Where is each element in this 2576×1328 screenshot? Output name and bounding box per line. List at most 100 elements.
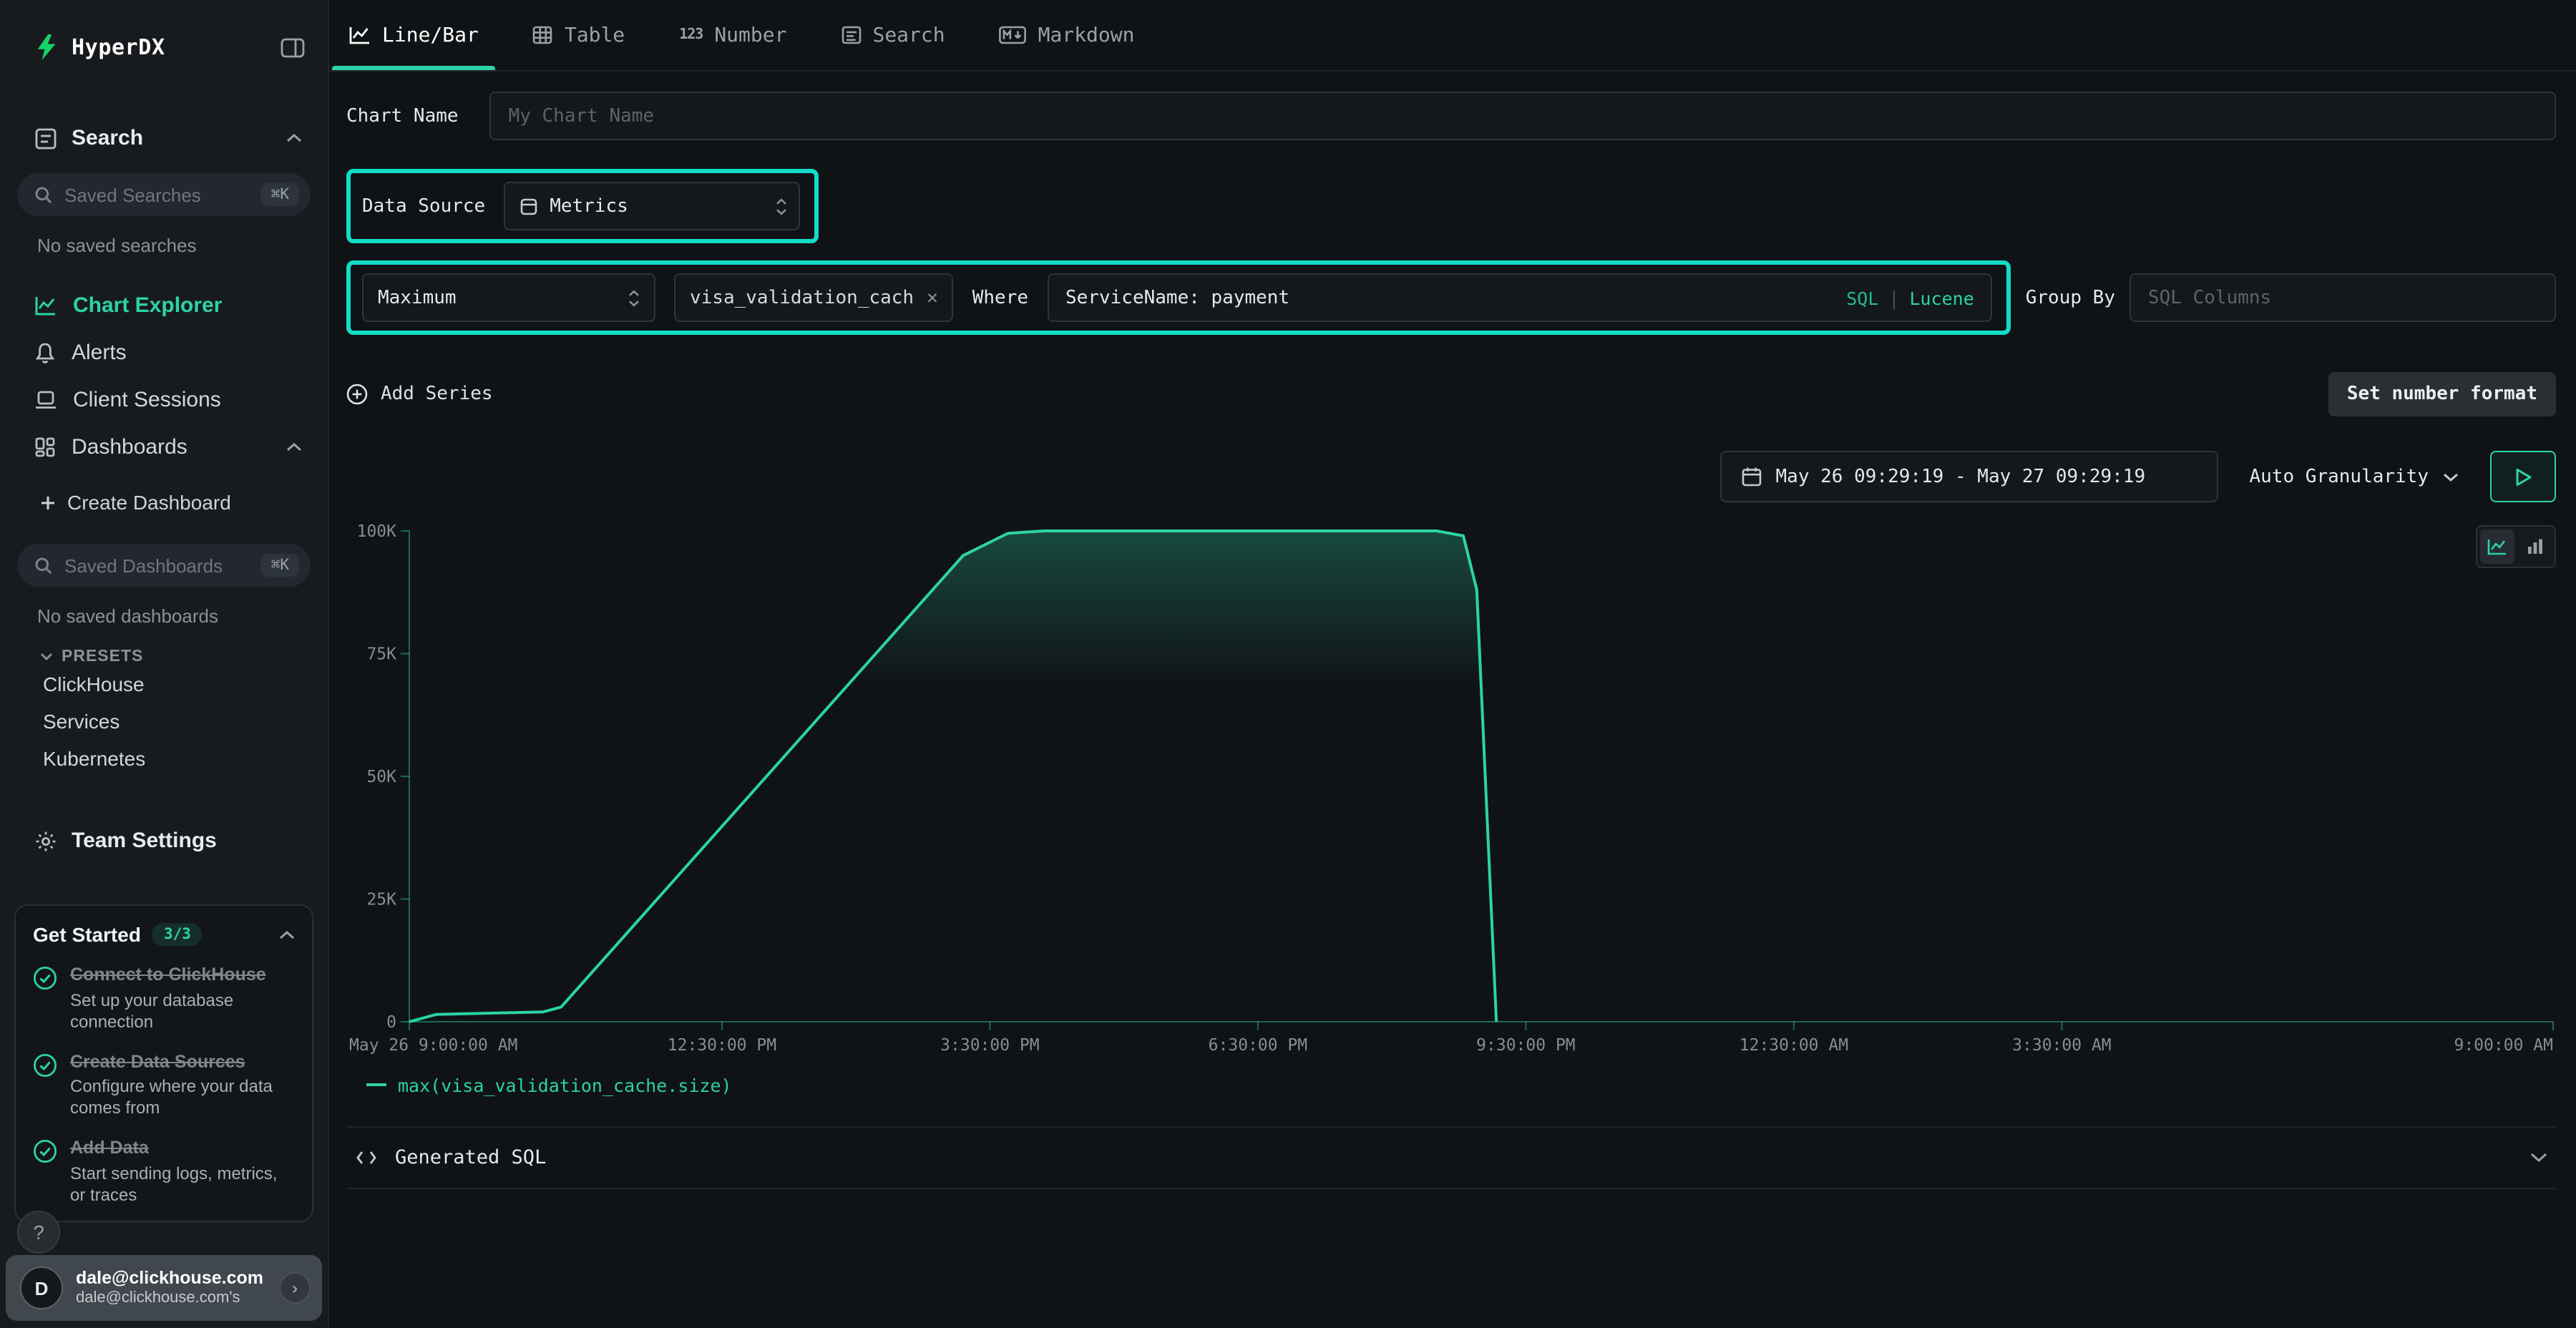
set-number-format-button[interactable]: Set number format <box>2328 372 2556 416</box>
metric-chip[interactable]: visa_validation_cach ✕ <box>674 273 954 322</box>
get-started-header[interactable]: Get Started 3/3 <box>33 923 295 946</box>
get-started-item-subtitle: Configure where your data comes from <box>70 1077 295 1120</box>
saved-dashboards-input[interactable] <box>64 555 250 576</box>
chart-name-field <box>490 92 2556 140</box>
search-icon <box>34 556 53 575</box>
annotation-highlight-series: Maximum visa_validation_cach ✕ Where <box>346 260 2011 335</box>
get-started-item[interactable]: Create Data Sources Configure where your… <box>33 1051 295 1119</box>
svg-text:3:30:00 PM: 3:30:00 PM <box>940 1036 1039 1055</box>
remove-metric-icon[interactable]: ✕ <box>927 287 938 308</box>
svg-text:3:30:00 AM: 3:30:00 AM <box>2012 1036 2111 1055</box>
nav-label: Client Sessions <box>73 388 302 412</box>
sidebar-item-chart-explorer[interactable]: Chart Explorer <box>0 282 328 329</box>
sidebar-item-preset-clickhouse[interactable]: ClickHouse <box>0 665 328 703</box>
get-started-item[interactable]: Add Data Start sending logs, metrics, or… <box>33 1138 295 1206</box>
get-started-item-title: Add Data <box>70 1138 295 1161</box>
search-section-header[interactable]: Search <box>0 126 328 150</box>
saved-dashboards-search[interactable]: ⌘K <box>17 544 311 587</box>
svg-text:12:30:00 PM: 12:30:00 PM <box>668 1036 776 1055</box>
add-series-label: Add Series <box>381 384 493 405</box>
sidebar-item-team-settings[interactable]: Team Settings <box>0 829 328 853</box>
date-range-picker[interactable]: May 26 09:29:19 - May 27 09:29:19 <box>1720 451 2218 502</box>
get-started-item-title: Create Data Sources <box>70 1051 295 1073</box>
line-chart-toggle-button[interactable] <box>2480 529 2514 564</box>
dashboards-icon <box>34 436 56 458</box>
tab-markdown[interactable]: Markdown <box>982 0 1152 70</box>
select-chevrons-icon <box>628 288 640 307</box>
chart-name-label: Chart Name <box>346 105 459 127</box>
get-started-item-subtitle: Start sending logs, metrics, or traces <box>70 1163 295 1206</box>
chevron-up-icon <box>286 442 302 452</box>
profile-detail: dale@clickhouse.com's <box>76 1289 263 1308</box>
get-started-item[interactable]: Connect to ClickHouse Set up your databa… <box>33 965 295 1032</box>
check-circle-icon <box>33 1051 57 1119</box>
tab-label: Line/Bar <box>382 24 479 47</box>
tab-number[interactable]: 123 Number <box>662 0 804 70</box>
nav-label: Alerts <box>72 341 302 365</box>
svg-text:12:30:00 AM: 12:30:00 AM <box>1740 1036 1848 1055</box>
saved-searches-input[interactable] <box>64 184 250 205</box>
sidebar-item-client-sessions[interactable]: Client Sessions <box>0 376 328 424</box>
chart-type-tabbar: Line/Bar Table 123 Number <box>329 0 2576 72</box>
metric-chip-label: visa_validation_cach <box>690 287 914 308</box>
play-icon <box>2514 467 2532 486</box>
sidebar-item-preset-services[interactable]: Services <box>0 703 328 740</box>
data-source-select[interactable]: Metrics <box>504 182 800 230</box>
saved-searches-search[interactable]: ⌘K <box>17 173 311 216</box>
line-chart-icon <box>2487 538 2507 555</box>
tab-line-bar[interactable]: Line/Bar <box>332 0 496 70</box>
profile-bar[interactable]: D dale@clickhouse.com dale@clickhouse.co… <box>6 1255 322 1321</box>
add-series-button[interactable]: Add Series <box>346 384 493 405</box>
generated-sql-toggle[interactable]: Generated SQL <box>346 1126 2556 1189</box>
aggregation-select[interactable]: Maximum <box>362 273 655 322</box>
chart-canvas: 025K50K75K100KMay 26 9:00:00 AM12:30:00 … <box>346 508 2556 1069</box>
group-by-label: Group By <box>2026 287 2115 308</box>
lucene-toggle[interactable]: Lucene <box>1909 287 1974 308</box>
bar-chart-icon <box>2525 538 2544 555</box>
profile-name: dale@clickhouse.com <box>76 1268 263 1289</box>
sidebar-nav: Chart Explorer Alerts Client Sessions <box>0 282 328 471</box>
select-chevrons-icon <box>776 197 787 215</box>
sidebar-item-preset-kubernetes[interactable]: Kubernetes <box>0 740 328 777</box>
line-bar-icon <box>349 26 371 44</box>
get-started-item-subtitle: Set up your database connection <box>70 990 295 1032</box>
create-dashboard-button[interactable]: Create Dashboard <box>0 484 328 521</box>
run-query-button[interactable] <box>2490 451 2556 502</box>
preset-label: ClickHouse <box>43 673 145 695</box>
no-saved-dashboards-text: No saved dashboards <box>0 605 328 627</box>
where-input[interactable] <box>1065 287 1832 308</box>
presets-header[interactable]: PRESETS <box>0 648 328 665</box>
generated-sql-label: Generated SQL <box>395 1146 2513 1169</box>
tab-table[interactable]: Table <box>516 0 642 70</box>
sidebar-collapse-icon[interactable] <box>280 36 305 58</box>
bar-chart-toggle-button[interactable] <box>2517 529 2552 564</box>
app-title: HyperDX <box>72 34 165 60</box>
group-by-field <box>2129 273 2556 322</box>
tab-search[interactable]: Search <box>824 0 962 70</box>
no-saved-searches-text: No saved searches <box>0 235 328 256</box>
chart-name-input[interactable] <box>509 105 2537 127</box>
sidebar-item-dashboards[interactable]: Dashboards <box>0 424 328 471</box>
sidebar: HyperDX Search ⌘K <box>0 0 329 1328</box>
profile-expand-button[interactable]: › <box>279 1272 311 1304</box>
sidebar-item-alerts[interactable]: Alerts <box>0 329 328 376</box>
shortcut-badge: ⌘K <box>261 554 299 577</box>
gear-icon <box>34 829 57 852</box>
query-language-toggle: SQL | Lucene <box>1846 287 1974 308</box>
search-tab-icon <box>841 26 861 44</box>
svg-text:100K: 100K <box>357 522 397 541</box>
sql-toggle[interactable]: SQL <box>1846 287 1878 308</box>
metric-line-chart[interactable]: 025K50K75K100KMay 26 9:00:00 AM12:30:00 … <box>346 508 2556 1069</box>
tab-label: Number <box>714 24 786 47</box>
markdown-icon <box>1000 26 1027 44</box>
svg-text:May 26 9:00:00 AM: May 26 9:00:00 AM <box>349 1036 517 1055</box>
aggregation-value: Maximum <box>378 287 628 308</box>
calendar-icon <box>1742 467 1762 487</box>
help-button[interactable]: ? <box>17 1211 60 1254</box>
granularity-select[interactable]: Auto Granularity <box>2238 451 2470 502</box>
group-by-input[interactable] <box>2148 287 2537 308</box>
code-icon <box>355 1148 378 1168</box>
svg-text:25K: 25K <box>366 891 396 909</box>
check-circle-icon <box>33 965 57 1032</box>
get-started-item-title: Connect to ClickHouse <box>70 965 295 987</box>
